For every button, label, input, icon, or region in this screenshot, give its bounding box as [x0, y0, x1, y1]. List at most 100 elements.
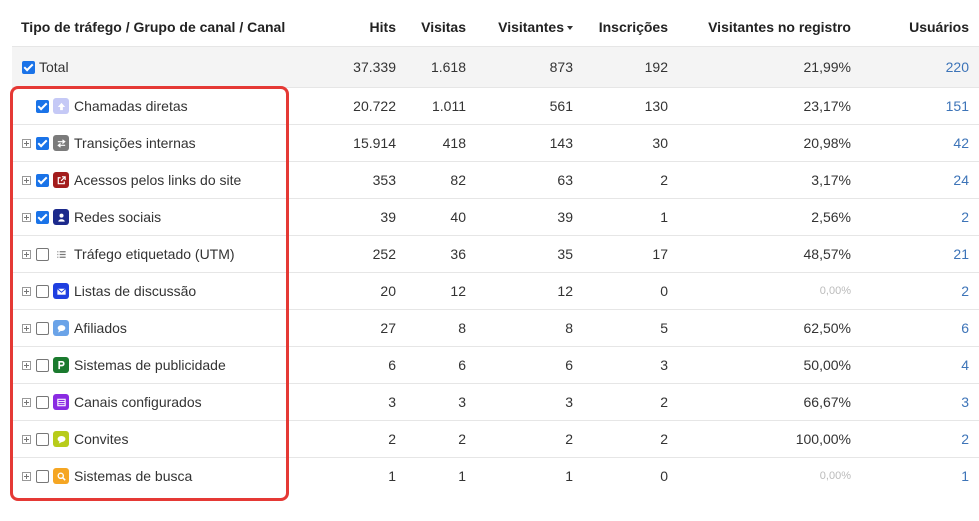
total-hits: 37.339 [314, 46, 406, 88]
table-row: Tráfego etiquetado (UTM) 252 36 35 17 48,57% 2… [12, 235, 979, 273]
row-checkbox[interactable] [36, 136, 49, 150]
arrow-up-icon [53, 98, 69, 114]
external-link-icon [53, 172, 69, 188]
cell-hits: 6 [314, 346, 406, 384]
row-checkbox[interactable] [36, 173, 49, 187]
total-visitors: 873 [476, 46, 583, 88]
cell-hits: 1 [314, 457, 406, 494]
table-row: Listas de discussão 20 12 12 0 0,00% 2 [12, 272, 979, 310]
expand-icon[interactable] [22, 323, 31, 333]
row-checkbox[interactable] [36, 432, 49, 446]
cell-hits: 15.914 [314, 124, 406, 162]
channel-cell: Chamadas diretas [12, 87, 314, 125]
cell-visits: 1.011 [406, 87, 476, 125]
header-users[interactable]: Usuários [861, 8, 979, 47]
cell-reg-visitors: 66,67% [678, 383, 861, 421]
channel-label: Convites [74, 431, 129, 447]
row-checkbox[interactable] [36, 358, 49, 372]
expand-icon[interactable] [22, 212, 31, 222]
row-checkbox[interactable] [36, 469, 49, 483]
chat-icon [53, 431, 69, 447]
channel-cell: Sistemas de busca [12, 457, 314, 494]
channel-label: Transições internas [74, 135, 196, 151]
cell-signups: 130 [583, 87, 678, 125]
row-checkbox[interactable] [36, 321, 49, 335]
header-visitors[interactable]: Visitantes [476, 8, 583, 47]
cell-visits: 3 [406, 383, 476, 421]
cell-signups: 2 [583, 383, 678, 421]
header-reg-visitors[interactable]: Visitantes no registro [678, 8, 861, 47]
cell-signups: 5 [583, 309, 678, 347]
cell-visitors: 6 [476, 346, 583, 384]
row-checkbox[interactable] [36, 247, 49, 261]
expand-icon[interactable] [22, 249, 31, 259]
cell-reg-visitors: 20,98% [678, 124, 861, 162]
cell-hits: 20 [314, 272, 406, 310]
grid-icon [53, 394, 69, 410]
cell-visitors: 12 [476, 272, 583, 310]
table-row: Chamadas diretas 20.722 1.011 561 130 23,17% 1… [12, 87, 979, 125]
cell-visitors: 63 [476, 161, 583, 199]
users-link[interactable]: 151 [861, 87, 979, 125]
cell-signups: 1 [583, 198, 678, 236]
table-row: Sistemas de busca 1 1 1 0 0,00% 1 [12, 457, 979, 494]
cell-signups: 2 [583, 161, 678, 199]
cell-reg-visitors: 0,00% [678, 272, 861, 310]
row-checkbox[interactable] [36, 284, 49, 298]
cell-hits: 3 [314, 383, 406, 421]
expand-icon[interactable] [22, 434, 31, 444]
cell-visitors: 143 [476, 124, 583, 162]
row-checkbox[interactable] [36, 99, 49, 113]
channel-cell: Listas de discussão [12, 272, 314, 310]
table-row: Acessos pelos links do site 353 82 63 2 3,17%… [12, 161, 979, 199]
speech-bubble-icon [53, 320, 69, 336]
users-link[interactable]: 42 [861, 124, 979, 162]
cell-hits: 27 [314, 309, 406, 347]
cell-visits: 12 [406, 272, 476, 310]
table-row: Afiliados 27 8 8 5 62,50% 6 [12, 309, 979, 347]
channel-label: Acessos pelos links do site [74, 172, 242, 188]
swap-arrows-icon [53, 135, 69, 151]
table-row: Transições internas 15.914 418 143 30 20,98% 4… [12, 124, 979, 162]
row-checkbox[interactable] [36, 395, 49, 409]
total-checkbox[interactable] [22, 60, 35, 74]
header-signups[interactable]: Inscrições [583, 8, 678, 47]
envelope-icon [53, 283, 69, 299]
cell-visits: 82 [406, 161, 476, 199]
total-visits: 1.618 [406, 46, 476, 88]
expand-icon[interactable] [22, 286, 31, 296]
cell-visits: 40 [406, 198, 476, 236]
total-signups: 192 [583, 46, 678, 88]
cell-reg-visitors: 3,17% [678, 161, 861, 199]
header-visits[interactable]: Visitas [406, 8, 476, 47]
expand-icon[interactable] [22, 175, 31, 185]
users-link[interactable]: 6 [861, 309, 979, 347]
cell-visitors: 8 [476, 309, 583, 347]
expand-icon[interactable] [22, 138, 31, 148]
total-label: Total [39, 59, 69, 75]
total-users-link[interactable]: 220 [861, 46, 979, 88]
users-link[interactable]: 4 [861, 346, 979, 384]
cell-hits: 2 [314, 420, 406, 458]
expand-icon[interactable] [22, 471, 31, 481]
users-link[interactable]: 1 [861, 457, 979, 494]
search-icon [53, 468, 69, 484]
users-link[interactable]: 2 [861, 420, 979, 458]
users-link[interactable]: 3 [861, 383, 979, 421]
users-link[interactable]: 21 [861, 235, 979, 273]
table-header: Tipo de tráfego / Grupo de canal / Canal… [12, 8, 979, 47]
expand-icon[interactable] [22, 397, 31, 407]
header-hits[interactable]: Hits [314, 8, 406, 47]
table-row: Convites 2 2 2 2 100,00% 2 [12, 420, 979, 458]
header-channel[interactable]: Tipo de tráfego / Grupo de canal / Canal [12, 8, 314, 47]
expand-icon[interactable] [22, 360, 31, 370]
row-checkbox[interactable] [36, 210, 49, 224]
total-reg-visitors: 21,99% [678, 46, 861, 88]
traffic-table: Tipo de tráfego / Grupo de canal / Canal… [12, 8, 979, 494]
users-link[interactable]: 2 [861, 272, 979, 310]
users-link[interactable]: 2 [861, 198, 979, 236]
cell-signups: 30 [583, 124, 678, 162]
total-cell: Total [12, 46, 314, 88]
cell-visitors: 1 [476, 457, 583, 494]
users-link[interactable]: 24 [861, 161, 979, 199]
